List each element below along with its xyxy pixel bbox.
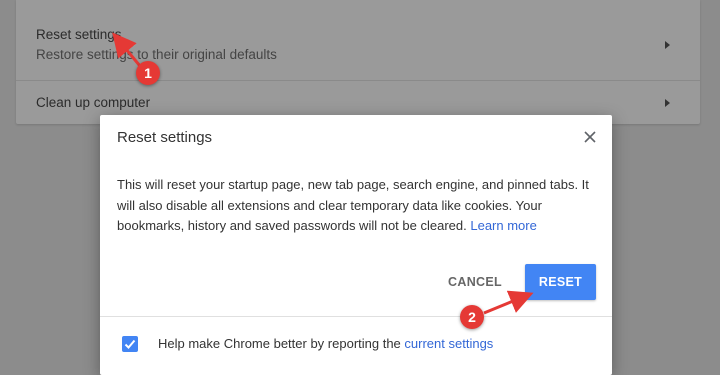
annotation-marker-2: 2: [460, 305, 484, 329]
divider: [100, 316, 612, 317]
settings-card: Reset settings Restore settings to their…: [16, 0, 700, 124]
reset-settings-subtitle: Restore settings to their original defau…: [36, 47, 277, 62]
chevron-right-icon: [665, 41, 670, 49]
reset-settings-title: Reset settings: [36, 27, 122, 42]
footer-label: Help make Chrome better by reporting the: [158, 336, 401, 351]
clean-up-computer-title: Clean up computer: [36, 95, 151, 110]
footer-text: Help make Chrome better by reporting the…: [158, 336, 493, 351]
reset-settings-row[interactable]: Reset settings Restore settings to their…: [16, 0, 700, 80]
reset-settings-dialog: Reset settings This will reset your star…: [100, 115, 612, 375]
cancel-button[interactable]: CANCEL: [442, 264, 508, 300]
chevron-right-icon: [665, 99, 670, 107]
close-button[interactable]: [580, 127, 600, 147]
annotation-marker-1: 1: [136, 61, 160, 85]
learn-more-link[interactable]: Learn more: [470, 218, 536, 233]
close-icon: [584, 131, 596, 143]
dialog-title: Reset settings: [117, 129, 213, 146]
current-settings-link[interactable]: current settings: [404, 336, 493, 351]
dialog-body: This will reset your startup page, new t…: [117, 175, 595, 237]
report-settings-checkbox[interactable]: [122, 336, 138, 352]
checkmark-icon: [124, 339, 136, 349]
reset-button[interactable]: RESET: [525, 264, 596, 300]
